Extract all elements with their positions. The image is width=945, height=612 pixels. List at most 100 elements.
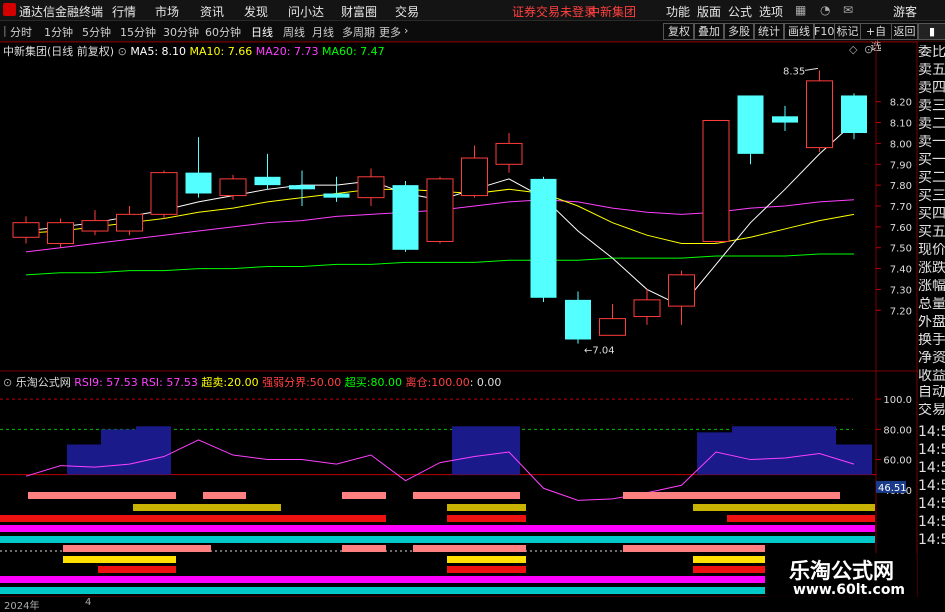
side-panel-item[interactable]: 14:56 — [918, 425, 945, 439]
side-panel-item[interactable]: 14:56 — [918, 461, 945, 475]
rsi-zone-block — [101, 429, 136, 475]
candle-body — [426, 178, 454, 242]
side-panel-item[interactable]: 买二 — [918, 171, 945, 185]
side-panel-item[interactable]: 自动 — [918, 385, 945, 399]
side-panel-item[interactable]: 14:56 — [918, 515, 945, 529]
signal-bar — [727, 515, 875, 522]
signal-bar — [0, 515, 386, 522]
chart-header: 中新集团(日线 前复权) ⊙ MA5: 8.10 MA10: 7.66 MA20… — [3, 43, 385, 59]
overbuy-label: 超买: — [344, 376, 371, 389]
price-tick-label: 8.10 — [890, 119, 912, 130]
side-panel-item[interactable]: 买四 — [918, 207, 945, 221]
time-axis-year: 2024年 — [4, 601, 40, 612]
signal-bar — [693, 504, 875, 511]
side-panel-item[interactable]: 卖四 — [918, 81, 945, 95]
chart-settings-icon[interactable]: ⊙ — [118, 45, 127, 58]
high-arrow — [804, 67, 819, 71]
rsi-tick-label: 60.00 — [883, 456, 912, 467]
signal-bar — [623, 545, 765, 552]
clear-label: 离仓: — [405, 376, 432, 389]
price-tick-label: 8.00 — [890, 139, 912, 150]
candle-body — [116, 213, 143, 232]
watermark-url: www.60lt.com — [793, 582, 906, 598]
signal-bar — [447, 515, 526, 522]
side-panel-item[interactable]: 涨幅 — [918, 279, 945, 293]
candle-body — [289, 185, 315, 190]
side-panel-item[interactable]: 买一 — [918, 153, 945, 167]
side-panel-item[interactable]: 卖三 — [918, 99, 945, 113]
indicator-name[interactable]: 乐淘公式网 — [16, 376, 71, 389]
side-panel-item[interactable]: 14:56 — [918, 443, 945, 457]
signal-bar — [63, 556, 176, 563]
signal-bar — [693, 566, 765, 573]
signal-bar — [623, 492, 840, 499]
signal-bar — [0, 536, 875, 543]
side-panel-item[interactable]: 换手 — [918, 333, 945, 347]
price-tick-label: 7.70 — [890, 202, 912, 213]
candle-body — [737, 95, 764, 154]
side-panel-item[interactable]: 卖一 — [918, 135, 945, 149]
side-panel-item[interactable]: 交易 — [918, 403, 945, 417]
signal-bar — [0, 525, 875, 532]
quote-side-panel: 委比卖五卖四卖三卖二卖一买一买二买三买四买五现价涨跌涨幅总量外盘换手净资收益自动… — [918, 42, 945, 609]
side-panel-item[interactable]: 现价 — [918, 243, 945, 257]
signal-bar — [447, 556, 526, 563]
signal-bar — [447, 566, 526, 573]
rsi-label: RSI: 57.53 — [141, 376, 198, 389]
indicator-settings-icon[interactable]: ⊙ — [3, 376, 12, 389]
rsi-zone-block — [452, 426, 520, 475]
price-tick-label: 7.20 — [890, 306, 912, 317]
rsi-zone-block — [732, 426, 836, 475]
time-axis-month: 4 — [85, 597, 92, 608]
side-panel-item[interactable]: 14:56 — [918, 533, 945, 547]
side-panel-item[interactable]: 买五 — [918, 225, 945, 239]
candle-body — [323, 193, 350, 198]
signal-bar — [133, 504, 281, 511]
candle-body — [565, 299, 591, 340]
watermark: 乐淘公式网 www.60lt.com — [767, 553, 917, 601]
side-panel-item[interactable]: 总量 — [918, 297, 945, 311]
chart-settings-gear-icon[interactable]: ⊙ — [864, 43, 873, 56]
price-tick-label: 7.40 — [890, 265, 912, 276]
candle-body — [530, 178, 557, 298]
rsi-zone-block — [136, 426, 171, 475]
oversell-label: 超卖: — [201, 376, 228, 389]
side-panel-item[interactable]: 14:56 — [918, 479, 945, 493]
signal-bar — [63, 545, 211, 552]
side-panel-item[interactable]: 外盘 — [918, 315, 945, 329]
rsi9-label: RSI9: 57.53 — [74, 376, 138, 389]
ma60-line — [25, 253, 854, 276]
indicator-header: ⊙ 乐淘公式网 RSI9: 57.53 RSI: 57.53 超卖:20.00 … — [3, 374, 501, 390]
rsi-zone-block — [836, 444, 872, 475]
candle-body — [772, 116, 798, 123]
side-panel-item[interactable]: 净资 — [918, 351, 945, 365]
price-tick-label: 7.30 — [890, 285, 912, 296]
signal-bar — [0, 587, 765, 594]
candle-body — [150, 172, 178, 215]
clear-current: : 0.00 — [469, 376, 502, 389]
candle-body — [599, 318, 626, 336]
chart-canvas[interactable]: 8.20 8.10 8.00 7.90 7.80 7.70 7.60 7.50 7.40 7.30… — [0, 0, 945, 609]
side-panel-item[interactable]: 涨跌 — [918, 261, 945, 275]
boundary-value: 50.00 — [309, 376, 342, 389]
candle-body — [357, 176, 385, 199]
side-panel-item[interactable]: 收益 — [918, 369, 945, 383]
watermark-title: 乐淘公式网 — [789, 559, 894, 583]
ma20-label: MA20: 7.73 — [255, 45, 319, 58]
side-panel-item[interactable]: 14:56 — [918, 497, 945, 511]
candle-body — [461, 157, 488, 197]
candle-body — [806, 80, 833, 149]
signal-bar — [413, 545, 526, 552]
clear-value: 100.00 — [431, 376, 470, 389]
side-panel-item[interactable]: 买三 — [918, 189, 945, 203]
signal-bar — [693, 556, 765, 563]
side-panel-item[interactable]: 委比 — [918, 45, 945, 59]
chart-expand-icon[interactable]: ◇ — [849, 43, 857, 56]
candle-body — [392, 185, 419, 250]
side-panel-item[interactable]: 卖五 — [918, 63, 945, 77]
candle-body — [633, 299, 661, 318]
price-tick-label: 8.20 — [890, 98, 912, 109]
price-tick-label: 7.90 — [890, 160, 912, 171]
oversell-value: 20.00 — [227, 376, 259, 389]
side-panel-item[interactable]: 卖二 — [918, 117, 945, 131]
